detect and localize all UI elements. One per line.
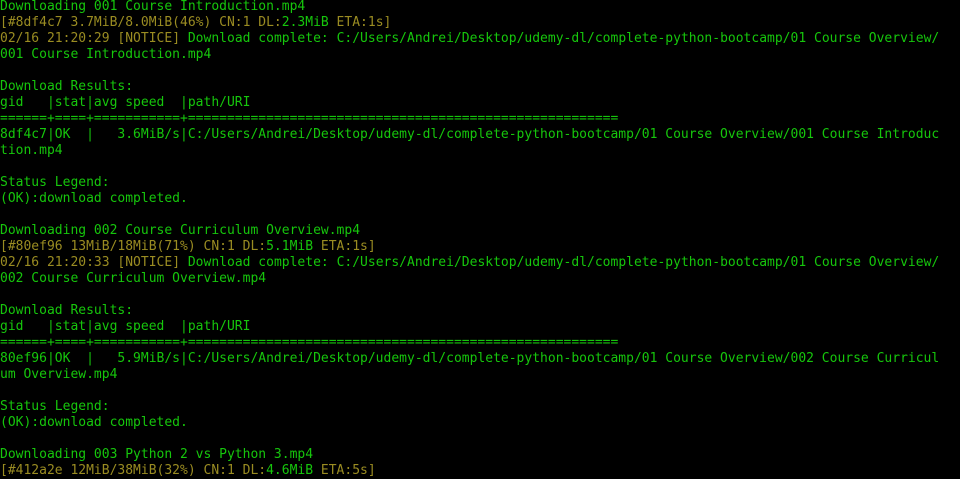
terminal-line: 8df4c7|OK | 3.6MiB/s|C:/Users/Andrei/Des… bbox=[0, 127, 960, 143]
terminal-line: [#80ef96 13MiB/18MiB(71%) CN:1 DL:5.1MiB… bbox=[0, 239, 960, 255]
terminal-line: 02/16 21:20:29 [NOTICE] Download complet… bbox=[0, 31, 960, 47]
terminal-line: Downloading 002 Course Curriculum Overvi… bbox=[0, 223, 960, 239]
terminal-line: tion.mp4 bbox=[0, 143, 960, 159]
terminal-text-segment: [#80ef96 13MiB/18MiB(71%) CN:1 DL: bbox=[0, 239, 267, 254]
terminal-text-segment: gid |stat|avg speed |path/URI bbox=[0, 95, 251, 110]
terminal-text-segment: gid |stat|avg speed |path/URI bbox=[0, 319, 251, 334]
terminal-text-segment: um Overview.mp4 bbox=[0, 367, 118, 382]
terminal-window[interactable]: Downloading 001 Course Introduction.mp4[… bbox=[0, 0, 960, 479]
terminal-text-segment: 5.1MiB bbox=[266, 239, 314, 254]
terminal-text-segment: 02/16 21:20:29 bbox=[0, 31, 118, 46]
terminal-text-segment: ======+====+===========+================… bbox=[0, 111, 619, 126]
terminal-text-segment: [#8df4c7 3.7MiB/8.0MiB(46%) CN:1 DL: bbox=[0, 15, 282, 30]
terminal-text-segment: Download complete: C:/Users/Andrei/Deskt… bbox=[180, 31, 940, 46]
terminal-text-segment: Download complete: C:/Users/Andrei/Deskt… bbox=[180, 255, 940, 270]
terminal-text-segment: Status Legend: bbox=[0, 175, 110, 190]
terminal-line: um Overview.mp4 bbox=[0, 367, 960, 383]
terminal-text-segment: (OK):download completed. bbox=[0, 191, 188, 206]
terminal-line: Download Results: bbox=[0, 79, 960, 95]
terminal-text-segment: 2.3MiB bbox=[281, 15, 329, 30]
terminal-line: ======+====+===========+================… bbox=[0, 335, 960, 351]
terminal-text-segment: ETA:1s] bbox=[313, 239, 376, 254]
terminal-line: gid |stat|avg speed |path/URI bbox=[0, 319, 960, 335]
terminal-text-segment: ======+====+===========+================… bbox=[0, 335, 619, 350]
terminal-line: Download Results: bbox=[0, 303, 960, 319]
terminal-text-segment: ETA:1s] bbox=[328, 15, 392, 30]
terminal-line: (OK):download completed. bbox=[0, 415, 960, 431]
terminal-line: 001 Course Introduction.mp4 bbox=[0, 47, 960, 63]
terminal-line: Downloading 001 Course Introduction.mp4 bbox=[0, 0, 960, 15]
terminal-line: Status Legend: bbox=[0, 399, 960, 415]
terminal-text-segment: Downloading 002 Course Curriculum Overvi… bbox=[0, 223, 361, 238]
terminal-text-segment: (OK):download completed. bbox=[0, 415, 188, 430]
terminal-line: (OK):download completed. bbox=[0, 191, 960, 207]
terminal-text-segment: [NOTICE] bbox=[117, 31, 181, 46]
terminal-text-segment: 02/16 21:20:33 bbox=[0, 255, 118, 270]
terminal-line: Downloading 003 Python 2 vs Python 3.mp4 bbox=[0, 447, 960, 463]
terminal-text-segment: Status Legend: bbox=[0, 399, 110, 414]
terminal-text-segment: 4.6MiB bbox=[266, 463, 314, 478]
terminal-text-segment: Download Results: bbox=[0, 303, 134, 318]
terminal-text-segment: Downloading 003 Python 2 vs Python 3.mp4 bbox=[0, 447, 314, 462]
terminal-line: 02/16 21:20:33 [NOTICE] Download complet… bbox=[0, 255, 960, 271]
terminal-line: 002 Course Curriculum Overview.mp4 bbox=[0, 271, 960, 287]
terminal-line: ======+====+===========+================… bbox=[0, 111, 960, 127]
terminal-text-segment: Downloading 001 Course Introduction.mp4 bbox=[0, 0, 306, 14]
terminal-text-segment: 001 Course Introduction.mp4 bbox=[0, 47, 212, 62]
terminal-text-segment: Download Results: bbox=[0, 79, 134, 94]
terminal-line: [#8df4c7 3.7MiB/8.0MiB(46%) CN:1 DL:2.3M… bbox=[0, 15, 960, 31]
terminal-text-segment: ETA:5s] bbox=[313, 463, 376, 478]
terminal-line: 80ef96|OK | 5.9MiB/s|C:/Users/Andrei/Des… bbox=[0, 351, 960, 367]
terminal-line: [#412a2e 12MiB/38MiB(32%) CN:1 DL:4.6MiB… bbox=[0, 463, 960, 479]
terminal-text-segment: 8df4c7|OK | 3.6MiB/s|C:/Users/Andrei/Des… bbox=[0, 127, 940, 142]
terminal-text-segment: 80ef96|OK | 5.9MiB/s|C:/Users/Andrei/Des… bbox=[0, 351, 940, 366]
terminal-text-segment: 002 Course Curriculum Overview.mp4 bbox=[0, 271, 267, 286]
terminal-line: gid |stat|avg speed |path/URI bbox=[0, 95, 960, 111]
terminal-line: Status Legend: bbox=[0, 175, 960, 191]
terminal-text-segment: tion.mp4 bbox=[0, 143, 63, 158]
terminal-text-segment: [NOTICE] bbox=[117, 255, 181, 270]
terminal-text-segment: [#412a2e 12MiB/38MiB(32%) CN:1 DL: bbox=[0, 463, 267, 478]
